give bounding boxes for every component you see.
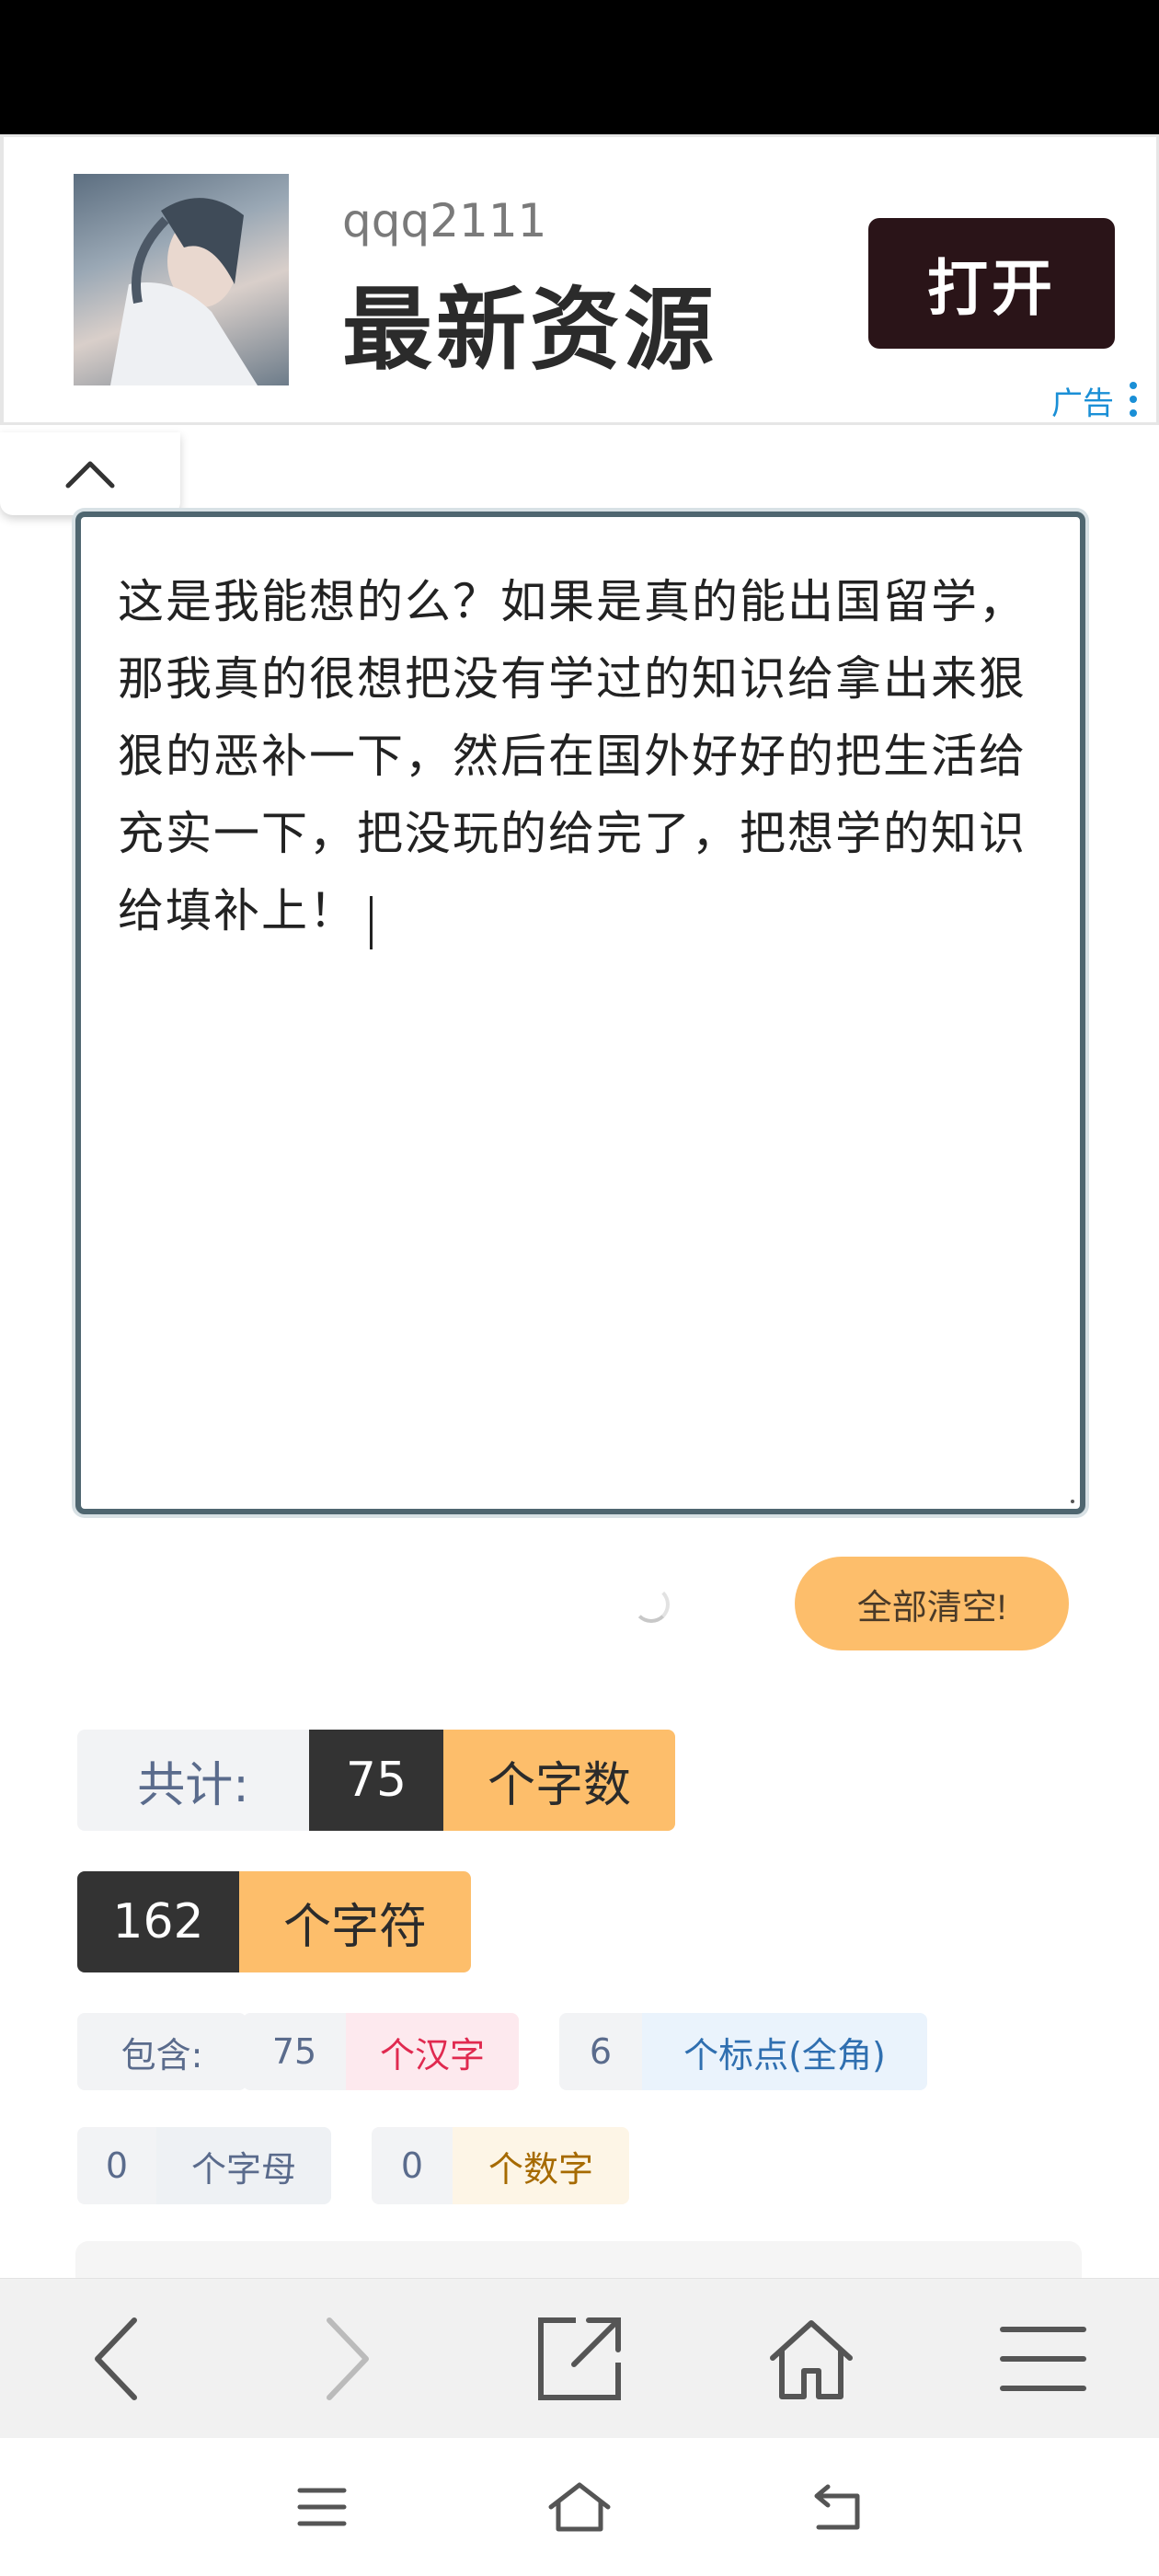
hanzi-chip: 75 个汉字 <box>243 2013 519 2090</box>
browser-toolbar <box>0 2278 1159 2438</box>
share-button[interactable] <box>464 2279 695 2439</box>
ad-open-button[interactable]: 打开 <box>868 218 1115 349</box>
recent-apps-icon <box>297 2488 347 2526</box>
total-label: 共计: <box>77 1730 309 1831</box>
system-navigation-bar <box>0 2438 1159 2576</box>
char-count-value: 162 <box>77 1871 239 1972</box>
ad-tag: 广告 <box>1051 385 1114 422</box>
clear-all-button[interactable]: 全部清空! <box>795 1557 1069 1650</box>
share-icon <box>538 2317 621 2400</box>
status-bar <box>0 0 1159 134</box>
digit-unit: 个数字 <box>453 2127 629 2204</box>
collapse-ad-button[interactable] <box>0 432 180 515</box>
ad-title: 最新资源 <box>342 278 718 383</box>
system-home-button[interactable] <box>488 2438 671 2576</box>
hanzi-count: 75 <box>243 2013 346 2090</box>
letter-chip: 0 个字母 <box>77 2127 331 2204</box>
chevron-up-icon <box>65 461 115 489</box>
menu-icon <box>1000 2327 1086 2391</box>
hanzi-unit: 个汉字 <box>346 2013 519 2090</box>
letter-unit: 个字母 <box>156 2127 331 2204</box>
recent-apps-button[interactable] <box>230 2438 414 2576</box>
word-count-stat: 共计: 75 个字数 <box>77 1730 675 1831</box>
digit-chip: 0 个数字 <box>372 2127 629 2204</box>
contains-label-chip: 包含: <box>77 2013 247 2090</box>
punct-count: 6 <box>559 2013 642 2090</box>
punct-unit: 个标点(全角) <box>642 2013 927 2090</box>
letters-digits-row: 0 个字母 0 个数字 <box>77 2127 629 2204</box>
system-back-icon <box>814 2484 860 2530</box>
text-caret <box>370 895 373 949</box>
input-text[interactable]: 这是我能想的么？如果是真的能出国留学，那我真的很想把没有学过的知识给拿出来狠狠的… <box>118 575 1027 937</box>
ad-thumbnail[interactable] <box>74 174 289 385</box>
ad-more-icon[interactable] <box>1119 378 1147 420</box>
contains-row: 包含: 75 个汉字 6 个标点(全角) <box>77 2013 927 2090</box>
system-home-icon <box>548 2482 611 2532</box>
back-button[interactable] <box>0 2279 232 2439</box>
home-icon <box>770 2320 853 2399</box>
ad-banner[interactable]: qqq2111 最新资源 打开 广告 <box>0 134 1159 425</box>
word-count-unit: 个字数 <box>443 1730 675 1831</box>
char-count-stat: 162 个字符 <box>77 1871 471 1972</box>
letter-count: 0 <box>77 2127 156 2204</box>
char-count-unit: 个字符 <box>239 1871 471 1972</box>
resize-handle[interactable] <box>1071 1500 1074 1503</box>
text-input-area[interactable]: 这是我能想的么？如果是真的能出国留学，那我真的很想把没有学过的知识给拿出来狠狠的… <box>75 512 1085 1514</box>
menu-button[interactable] <box>927 2279 1159 2439</box>
loading-spinner-icon <box>633 1586 670 1623</box>
forward-button[interactable] <box>232 2279 464 2439</box>
contains-label: 包含: <box>77 2013 247 2090</box>
punct-chip: 6 个标点(全角) <box>559 2013 927 2090</box>
word-count-value: 75 <box>309 1730 443 1831</box>
ad-username: qqq2111 <box>342 194 547 247</box>
home-button[interactable] <box>695 2279 927 2439</box>
forward-icon <box>327 2317 369 2400</box>
digit-count: 0 <box>372 2127 453 2204</box>
system-back-button[interactable] <box>745 2438 929 2576</box>
back-icon <box>95 2317 137 2400</box>
